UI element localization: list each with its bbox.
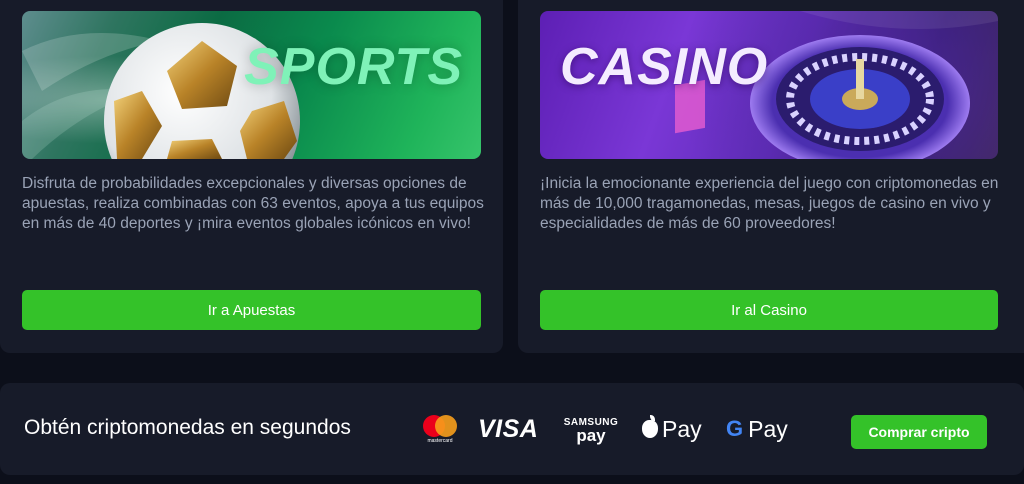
- casino-card: CASINO ¡Inicia la emocionante experienci…: [518, 0, 1024, 353]
- mastercard-label: mastercard: [427, 437, 453, 444]
- go-to-casino-button[interactable]: Ir al Casino: [540, 290, 998, 330]
- sports-banner[interactable]: SPORTS: [22, 11, 481, 159]
- google-icon: G: [726, 416, 744, 441]
- sports-card: SPORTS Disfruta de probabilidades excepc…: [0, 0, 503, 353]
- google-pay-logo: G Pay: [726, 409, 788, 449]
- casino-banner[interactable]: CASINO: [540, 11, 998, 159]
- apple-pay-label: Pay: [662, 415, 702, 442]
- crypto-promo-text: Obtén criptomonedas en segundos: [24, 416, 351, 439]
- apple-pay-logo: Pay: [642, 409, 702, 449]
- visa-logo: VISA: [478, 414, 539, 443]
- go-to-sports-button[interactable]: Ir a Apuestas: [22, 290, 481, 330]
- samsung-pay-label: pay: [576, 426, 606, 445]
- mastercard-logo: mastercard: [420, 409, 460, 449]
- apple-icon: [642, 415, 658, 438]
- sports-description: Disfruta de probabilidades excepcionales…: [22, 175, 484, 232]
- casino-banner-title: CASINO: [560, 38, 769, 96]
- payment-methods: mastercard VISA SAMSUNG pay Pay G Pay: [420, 409, 790, 449]
- samsung-pay-logo: SAMSUNG pay: [560, 409, 622, 449]
- crypto-purchase-bar: Obtén criptomonedas en segundos masterca…: [0, 383, 1024, 475]
- mastercard-icon: [423, 414, 457, 437]
- google-pay-label: Pay: [748, 415, 788, 442]
- casino-description: ¡Inicia la emocionante experiencia del j…: [540, 175, 999, 232]
- buy-crypto-button[interactable]: Comprar cripto: [851, 415, 987, 449]
- sports-banner-title: SPORTS: [244, 38, 463, 96]
